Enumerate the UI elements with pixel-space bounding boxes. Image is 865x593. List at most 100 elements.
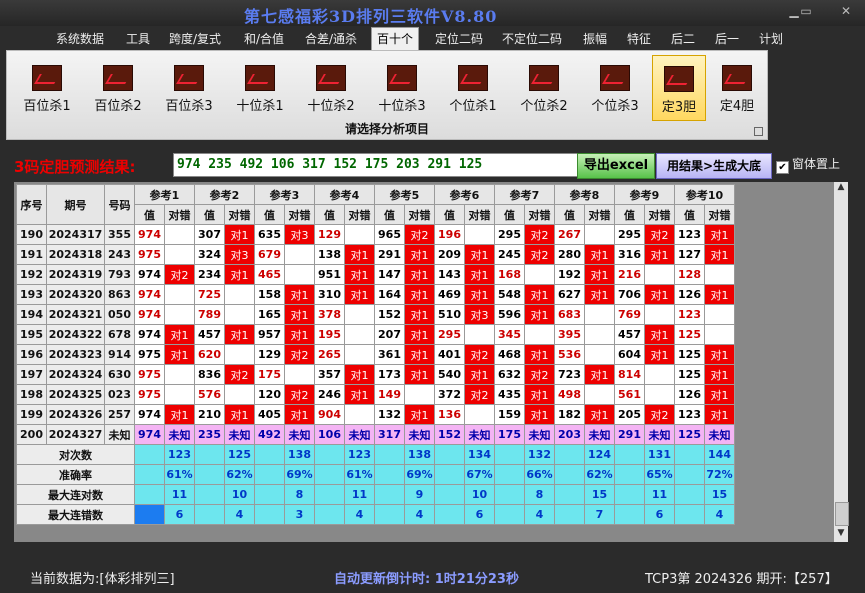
menu-item[interactable]: 计划 [756,29,786,49]
stats-spacer [314,484,345,505]
ribbon-button[interactable]: 百位杀1 [13,55,81,119]
ref-value: 974 [134,404,165,425]
ref-value: 164 [374,284,405,305]
ribbon-button-label: 十位杀1 [236,99,284,114]
stats-spacer [254,444,285,465]
menu-item[interactable]: 特征 [624,29,654,49]
stats-spacer [254,484,285,505]
stats-spacer [434,484,465,505]
row-code: 863 [104,284,135,305]
scroll-down-icon[interactable]: ▼ [834,528,848,542]
ref-result [524,324,555,345]
ref-result [284,364,315,385]
ribbon-button[interactable]: 十位杀2 [297,55,365,119]
generate-base-button[interactable]: 用结果>生成大底 [656,153,772,179]
ref-result: 对1 [344,244,375,265]
period-info-text: TCP3第 2024326 期开:【257】 [645,572,838,587]
ref-value: 295 [494,224,525,245]
stats-row: 对次数 123 125 138 123 138 134 132 124 131 144 [16,444,735,465]
ref-value: 196 [434,224,465,245]
ribbon-button[interactable]: 十位杀3 [368,55,436,119]
row-seq: 197 [16,364,47,385]
ribbon-button[interactable]: 个位杀1 [439,55,507,119]
ref-result: 对1 [584,244,615,265]
prediction-result-field[interactable]: 974 235 492 106 317 152 175 203 291 125 [173,153,578,177]
menu-item[interactable]: 不定位二码 [499,29,565,49]
stats-value: 134 [464,444,495,465]
row-code: 355 [104,224,135,245]
ref-result: 对1 [224,404,255,425]
table-row: 190 2024317 355 974 307 对1 635 对3 129 965 对2 196 295… [16,224,735,245]
stats-spacer [434,444,465,465]
ref-value: 679 [254,244,285,265]
ref-value: 723 [554,364,585,385]
pending-value: 106 [314,424,345,445]
row-code: 914 [104,344,135,365]
restore-icon[interactable]: ▭ [796,4,816,18]
window-ontop-label: 窗体置上 [792,157,841,171]
export-excel-button[interactable]: 导出excel [577,153,655,179]
ref-result [344,344,375,365]
ribbon-button[interactable]: 个位杀3 [581,55,649,119]
column-header-ref: 参考7 [494,184,555,205]
scroll-up-icon[interactable]: ▲ [834,182,848,196]
ref-value: 405 [254,404,285,425]
menu-item[interactable]: 工具 [123,29,153,49]
ref-result: 对1 [404,244,435,265]
stats-value: 4 [704,504,735,525]
ribbon-expand-icon[interactable] [754,127,763,136]
menu-item[interactable]: 系统数据 [55,29,105,49]
ref-value: 540 [434,364,465,385]
ref-value: 576 [194,384,225,405]
row-seq: 193 [16,284,47,305]
window-ontop-checkbox[interactable]: ✔ 窗体置上 [776,155,840,174]
pending-value: 974 [134,424,165,445]
menu-item[interactable]: 百十个 [371,27,419,51]
ribbon-button[interactable]: 定3胆 [652,55,706,121]
menu-item[interactable]: 后二 [668,29,698,49]
column-header-value: 值 [434,204,465,225]
column-header-ref: 参考2 [194,184,255,205]
ref-value: 175 [254,364,285,385]
stats-value: 4 [524,504,555,525]
table-row: 193 2024320 863 974 725 158 对1 310 对1 164 对1 469 对1 5… [16,284,735,305]
stats-value: 125 [224,444,255,465]
ribbon-button[interactable]: 十位杀1 [226,55,294,119]
ref-value: 245 [494,244,525,265]
ribbon-button[interactable]: 个位杀2 [510,55,578,119]
ref-value: 632 [494,364,525,385]
ribbon-button[interactable]: 百位杀2 [84,55,152,119]
stats-spacer [674,504,705,525]
menu-item[interactable]: 后一 [712,29,742,49]
ref-result: 对3 [284,224,315,245]
ribbon-button[interactable]: 定4胆 [709,55,765,119]
menu-item[interactable]: 合差/通杀 [302,29,360,49]
ribbon-button[interactable]: 百位杀3 [155,55,223,119]
vertical-scrollbar[interactable]: ▲ ▼ [834,182,849,542]
menu-item[interactable]: 和/合值 [240,29,288,49]
ref-value: 372 [434,384,465,405]
stats-spacer [554,464,585,485]
menu-item[interactable]: 定位二码 [432,29,486,49]
ref-value: 361 [374,344,405,365]
menu-item[interactable]: 跨度/复式 [166,29,224,49]
menu-item[interactable]: 振幅 [580,29,610,49]
row-period: 2024325 [46,384,105,405]
ref-result: 对1 [704,384,735,405]
ref-result [704,324,735,345]
row-seq: 199 [16,404,47,425]
scroll-thumb[interactable] [835,502,849,526]
stats-spacer [194,484,225,505]
pending-result: 未知 [344,424,375,445]
row-seq: 190 [16,224,47,245]
close-icon[interactable]: ✕ [836,4,856,18]
data-source-text: 当前数据为:[体彩排列三] [30,572,175,587]
column-header-value: 值 [374,204,405,225]
pending-result: 未知 [584,424,615,445]
ref-result: 对1 [284,404,315,425]
ref-result [644,304,675,325]
ref-value: 138 [314,244,345,265]
ref-value: 120 [254,384,285,405]
chart-icon [174,65,204,91]
ref-result: 对1 [344,384,375,405]
